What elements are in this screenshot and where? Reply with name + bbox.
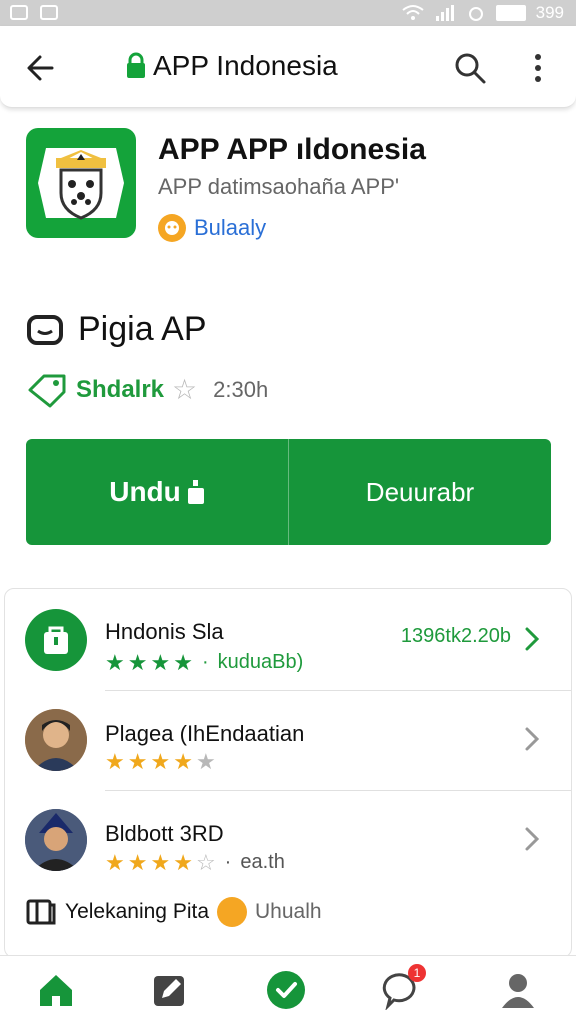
star-half-icon: ★ [173, 849, 193, 875]
list-item-title: Bldbott 3RD [105, 821, 224, 846]
star-icon: ★ [150, 649, 171, 675]
lock-small-icon [187, 480, 204, 504]
section-header: Pigia AP [26, 310, 207, 349]
person-avatar [25, 709, 87, 771]
rating-row: Shdalrk ☆ 2:30h [26, 372, 268, 408]
alarm-icon [468, 7, 483, 21]
app-logo [26, 128, 136, 238]
book-icon [26, 899, 56, 925]
chevron-right-icon[interactable] [523, 725, 541, 753]
emoji-icon [217, 897, 248, 927]
list-item-rating: ★ ★ ★ ★ ★ [105, 751, 216, 773]
list-item-meta: 1396tk2.20b [400, 625, 511, 647]
status-bar: 399 [0, 0, 576, 26]
footer-label: Yelekaning Pita [65, 900, 210, 923]
list-item-sub: ea.th [240, 851, 285, 873]
back-arrow-icon[interactable] [22, 48, 62, 88]
tv-icon [27, 314, 63, 345]
more-vert-icon[interactable] [528, 50, 548, 86]
list-item[interactable]: Plagea (IhEndaatian ★ ★ ★ ★ ★ [5, 691, 571, 791]
app-subtitle: APP datimsaohaña APP' [158, 174, 400, 199]
lock-icon [127, 52, 145, 78]
star-icon: ★ [127, 749, 148, 774]
footer-muted: Uhualh [255, 900, 322, 923]
separator-dot: · [224, 851, 232, 873]
nav-chat[interactable]: 1 [380, 964, 426, 1012]
list-item[interactable]: Bldbott 3RD ★ ★ ★ ★ ☆ · ea.th [5, 791, 571, 887]
secondary-button-label: Deuurabr [365, 476, 475, 507]
secondary-button[interactable]: Deuurabr [288, 439, 551, 545]
battery-icon [495, 5, 526, 21]
notification-icon [10, 5, 28, 20]
wifi-icon [402, 5, 424, 20]
star-icon: ★ [150, 749, 171, 774]
chevron-right-icon[interactable] [523, 625, 541, 653]
developer-row[interactable]: Bulaaly [158, 214, 266, 242]
app-bar: APP Indonesia [0, 26, 576, 108]
star-icon: ★ [150, 849, 171, 875]
profile-icon [502, 974, 534, 1008]
star-icon: ★ [173, 649, 193, 675]
person-avatar [25, 809, 87, 871]
home-icon [40, 975, 72, 1006]
star-icon: ★ [127, 849, 148, 875]
shop-icon [25, 609, 87, 671]
shield-crest-icon [38, 148, 124, 220]
status-time: 399 [535, 3, 564, 22]
star-icon: ★ [105, 849, 125, 875]
separator-dot: · [201, 651, 209, 673]
rating-label: Shdalrk [76, 376, 165, 403]
rating-count: 2:30h [213, 377, 269, 402]
download-button[interactable]: Undu [26, 439, 288, 545]
app-name: APP APP ıldonesia [158, 133, 426, 166]
star-empty-icon: ★ [195, 749, 216, 774]
developer-name[interactable]: Bulaaly [194, 215, 266, 241]
app-notification-icon [40, 5, 58, 20]
star-icon: ☆ [172, 374, 198, 405]
star-icon: ★ [105, 749, 125, 774]
nav-edit[interactable] [148, 968, 192, 1012]
star-empty-icon: ☆ [195, 849, 216, 875]
section-title: Pigia AP [78, 310, 207, 348]
list-item-rating: ★ ★ ★ ★ ☆ · ea.th [105, 851, 285, 874]
nav-check[interactable] [264, 968, 308, 1012]
nav-home[interactable] [34, 968, 78, 1012]
list-item-sub: kuduaBb) [217, 651, 304, 673]
list-item-title: Plagea (IhEndaatian [105, 721, 305, 746]
nav-profile[interactable] [496, 968, 540, 1012]
edit-icon [154, 976, 184, 1006]
star-icon: ★ [127, 649, 148, 675]
chevron-right-icon[interactable] [523, 825, 541, 853]
page-title-wrap: APP Indonesia [125, 50, 338, 82]
action-button-bar: Undu Deuurabr [26, 439, 551, 545]
list-item-title: Hndonis Sla [105, 619, 224, 644]
list-footer[interactable]: Yelekaning Pita Uhualh [25, 897, 322, 927]
check-icon [267, 971, 305, 1009]
signal-icon [435, 5, 454, 21]
list-item[interactable]: Hndonis Sla ★ ★ ★ ★ · kuduaBb) 1396tk2.2… [5, 589, 571, 691]
star-half-icon: ★ [173, 749, 193, 774]
bottom-nav: 1 [0, 955, 576, 1024]
star-icon: ★ [105, 649, 125, 675]
developer-icon [158, 214, 186, 242]
page-title: APP Indonesia [153, 50, 338, 81]
search-icon[interactable] [450, 48, 490, 88]
download-button-label: Undu [109, 476, 181, 507]
tag-icon [28, 374, 66, 408]
notification-badge: 1 [408, 964, 426, 982]
list-item-rating: ★ ★ ★ ★ · kuduaBb) [105, 651, 303, 674]
list-card: Hndonis Sla ★ ★ ★ ★ · kuduaBb) 1396tk2.2… [4, 588, 572, 958]
